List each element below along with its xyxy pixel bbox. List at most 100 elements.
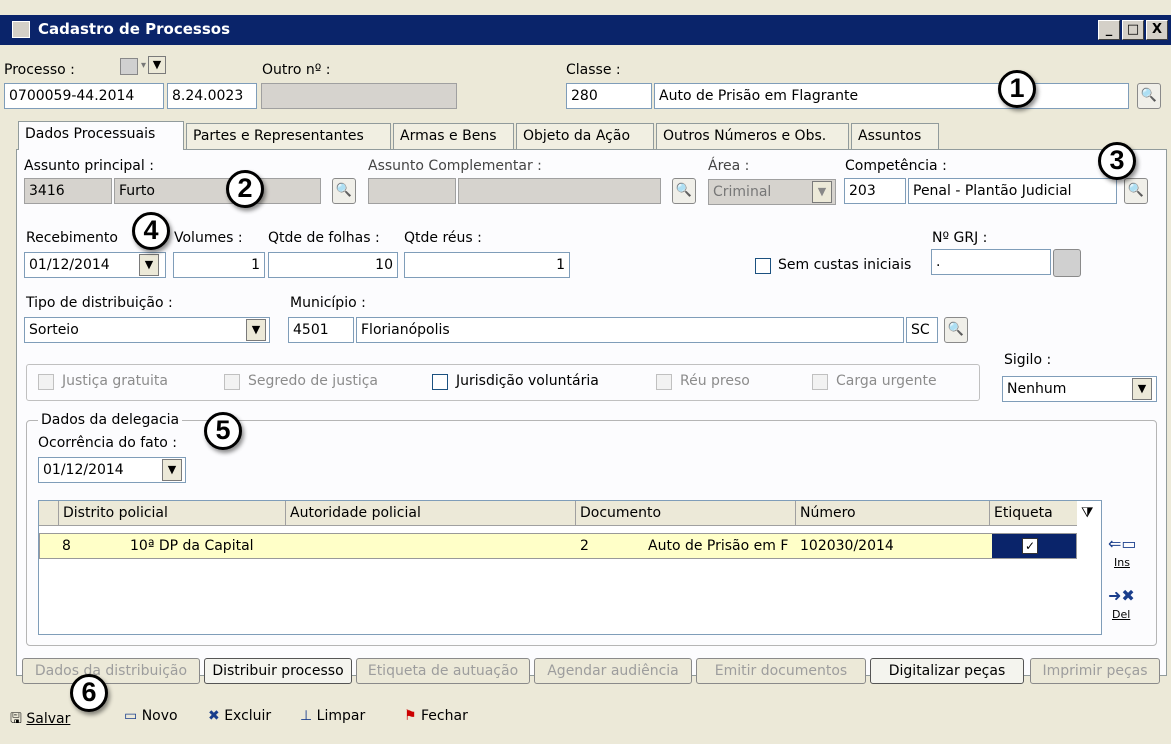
area-dropdown-button[interactable]: ▼ [812,181,832,203]
delete-row-icon[interactable]: ➜✖ [1108,586,1135,605]
processo-suffix-field[interactable]: 8.24.0023 [167,83,257,109]
chevron-down-icon[interactable]: ▾ [141,60,146,71]
jurisdicao-checkbox[interactable] [432,374,448,390]
tab-dados-processuais[interactable]: Dados Processuais [18,121,184,150]
assunto-search-button[interactable]: 🔍 [332,178,356,204]
floppy-icon: 🖫 [10,711,22,727]
ins-label[interactable]: Ins [1114,556,1130,569]
digitalizar-pecas-button[interactable]: Digitalizar peças [870,658,1024,684]
classe-search-button[interactable]: 🔍 [1137,83,1161,109]
assunto-compl-name-field[interactable] [458,178,661,204]
volumes-label: Volumes : [174,230,243,246]
search-icon: 🔍 [335,183,353,198]
assunto-principal-label: Assunto principal : [24,158,154,174]
col-autoridade[interactable]: Autoridade policial [285,501,421,526]
excluir-label: Excluir [224,708,272,724]
col-etiqueta[interactable]: Etiqueta [989,501,1053,526]
search-icon: 🔍 [947,322,965,337]
agendar-audiencia-button[interactable]: Agendar audiência [534,658,692,684]
callout-1: 1 [998,70,1036,108]
classe-code-field[interactable]: 280 [566,83,652,109]
assunto-compl-code-field[interactable] [368,178,456,204]
minimize-button[interactable]: _ [1098,20,1120,40]
filter-icon[interactable]: ⧩ [1081,505,1094,521]
limpar-button[interactable]: ⊥ Limpar [300,708,365,724]
search-icon: 🔍 [675,183,693,198]
municipio-search-button[interactable]: 🔍 [944,317,968,343]
municipio-label: Município : [290,295,366,311]
salvar-label: Salvar [26,711,71,727]
recebimento-dropdown-button[interactable]: ▼ [139,254,159,276]
municipio-code-field[interactable]: 4501 [288,317,354,343]
save-small-icon[interactable] [120,58,138,75]
row-doc-name: Auto de Prisão em F [648,538,789,554]
col-numero[interactable]: Número [795,501,856,526]
assunto-code-field[interactable]: 3416 [24,178,112,204]
processo-dropdown[interactable]: ▼ [148,56,166,74]
reus-field[interactable]: 1 [404,252,570,278]
sem-custas-checkbox[interactable] [755,258,771,274]
ocorrencia-label: Ocorrência do fato : [38,435,177,451]
grj-button[interactable] [1053,249,1081,277]
emitir-documentos-button[interactable]: Emitir documentos [696,658,866,684]
dados-distribuicao-button[interactable]: Dados da distribuição [22,658,200,684]
sigilo-dropdown-button[interactable]: ▼ [1132,378,1152,400]
reu-preso-label: Réu preso [680,373,750,389]
col-distrito[interactable]: Distrito policial [63,501,168,526]
competencia-code-field[interactable]: 203 [844,178,906,204]
callout-6: 6 [70,674,108,712]
insert-row-icon[interactable]: ⇐▭ [1108,534,1137,553]
folhas-field[interactable]: 10 [268,252,398,278]
distribuir-processo-button[interactable]: Distribuir processo [204,658,352,684]
justica-gratuita-checkbox[interactable] [38,374,54,390]
excluir-button[interactable]: ✖ Excluir [208,708,271,724]
table-row[interactable]: 8 10ª DP da Capital 2 Auto de Prisão em … [39,533,1077,559]
search-icon: 🔍 [1127,183,1145,198]
novo-button[interactable]: ▭ Novo [124,708,178,724]
sigilo-label: Sigilo : [1004,352,1052,368]
tab-partes[interactable]: Partes e Representantes [186,123,391,149]
uf-field[interactable]: SC [906,317,938,343]
tab-armas-bens[interactable]: Armas e Bens [393,123,514,149]
callout-4: 4 [132,212,170,250]
competencia-name-field[interactable]: Penal - Plantão Judicial [908,178,1117,204]
carga-urgente-checkbox[interactable] [812,374,828,390]
tipo-dist-dropdown-button[interactable]: ▼ [246,319,266,341]
row-doc-code: 2 [580,538,589,554]
etiqueta-checkbox[interactable]: ✓ [1022,538,1038,554]
segredo-label: Segredo de justiça [248,373,379,389]
tab-objeto-acao[interactable]: Objeto da Ação [516,123,654,149]
volumes-field[interactable]: 1 [173,252,265,278]
salvar-button[interactable]: 🖫 Salvar [10,708,70,732]
outro-field[interactable] [261,83,457,109]
competencia-search-button[interactable]: 🔍 [1124,178,1148,204]
search-icon: 🔍 [1140,88,1158,103]
ocorrencia-dropdown-button[interactable]: ▼ [162,459,182,481]
row-etiqueta-cell[interactable]: ✓ [992,534,1076,558]
imprimir-pecas-button[interactable]: Imprimir peças [1030,658,1160,684]
area-label: Área : [708,158,750,174]
sem-custas-label: Sem custas iniciais [778,257,912,273]
etiqueta-autuacao-button[interactable]: Etiqueta de autuação [356,658,530,684]
fechar-button[interactable]: ⚑ Fechar [404,708,468,724]
assunto-name-field[interactable]: Furto [114,178,321,204]
municipio-name-field[interactable]: Florianópolis [356,317,904,343]
maximize-button[interactable]: □ [1122,20,1144,40]
tab-outros-numeros[interactable]: Outros Números e Obs. [656,123,849,149]
reu-preso-checkbox[interactable] [656,374,672,390]
processo-number-field[interactable]: 0700059-44.2014 [4,83,164,109]
assunto-compl-search-button[interactable]: 🔍 [672,178,696,204]
col-documento[interactable]: Documento [575,501,661,526]
table-header: Distrito policial Autoridade policial Do… [39,501,1077,526]
classe-name-field[interactable]: Auto de Prisão em Flagrante [654,83,1129,109]
del-label[interactable]: Del [1112,608,1130,621]
outro-label: Outro nº : [262,62,331,78]
tipo-dist-select[interactable]: Sorteio [24,317,270,343]
folhas-label: Qtde de folhas : [268,230,380,246]
tab-assuntos[interactable]: Assuntos [851,123,939,149]
close-button[interactable]: X [1146,20,1168,40]
segredo-checkbox[interactable] [224,374,240,390]
tipo-dist-label: Tipo de distribuição : [26,295,173,311]
limpar-label: Limpar [316,708,366,724]
grj-field[interactable]: . [931,249,1051,275]
